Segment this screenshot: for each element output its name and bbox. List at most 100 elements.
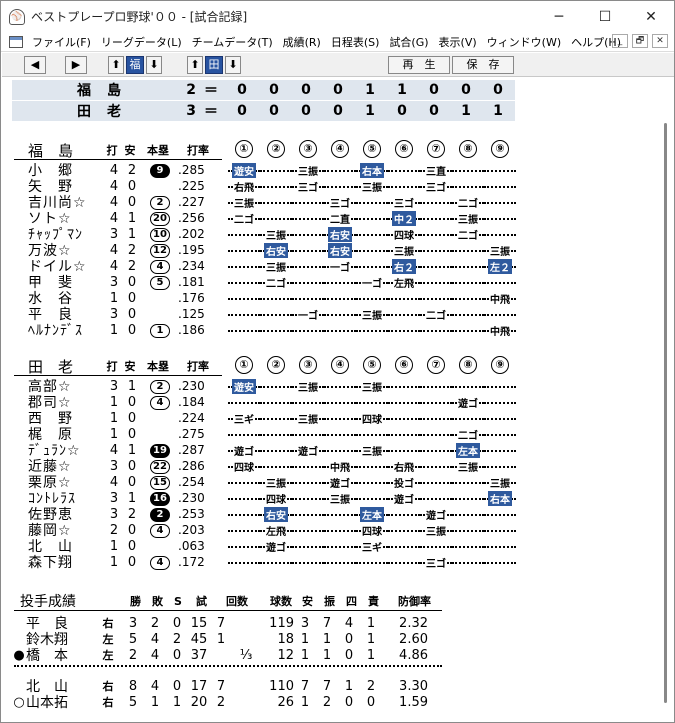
inning-result: 中飛: [324, 458, 356, 474]
team2-down-button[interactable]: ⬇: [225, 56, 241, 74]
at-bats: 4: [109, 162, 119, 178]
home-runs: 19: [142, 442, 178, 458]
batting-header: 田 老 打安本塁 打率: [28, 358, 220, 376]
at-bats: 3: [109, 506, 119, 522]
games: 20: [190, 694, 208, 710]
menu-item[interactable]: リーグデータ(L): [96, 34, 187, 50]
dotted-line: [356, 202, 388, 204]
menu-item[interactable]: チームデータ(T): [187, 34, 278, 50]
hits: 2: [127, 242, 137, 258]
inning-score: 0: [333, 103, 343, 119]
menu-item[interactable]: 日程表(S): [326, 34, 385, 50]
inning-result: [292, 211, 324, 225]
result-text: 中飛: [489, 322, 511, 338]
result-text: 左飛: [265, 522, 287, 538]
prev-game-button[interactable]: ◀: [24, 56, 46, 74]
inning-result: 右安: [324, 226, 356, 242]
result-text: 三振: [297, 410, 319, 426]
inning-number-icon: ④: [331, 140, 349, 158]
inning-result: [420, 275, 452, 289]
inning-result: [260, 163, 292, 177]
inning-result: [420, 491, 452, 505]
dotted-line: [260, 450, 292, 452]
inning-result: 四球: [356, 410, 388, 426]
team2-select-button[interactable]: 田: [205, 56, 223, 74]
menu-item[interactable]: ファイル(F): [27, 34, 96, 50]
strikeouts: 7: [322, 615, 332, 631]
mdi-restore-button[interactable]: 🗗: [632, 34, 648, 48]
losses: 2: [150, 615, 160, 631]
mdi-close-button[interactable]: ✕: [652, 34, 668, 48]
pitcher-row[interactable]: ○ 山本拓右 5 1 1 20 2 26 1 2 0 0 1.59: [12, 694, 428, 712]
scoreboard-row: 田老 3 ＝ 0 0 0 0 1 0 0 1 1: [12, 101, 515, 121]
dotted-line: [452, 170, 484, 172]
inning-result: 右安: [324, 242, 356, 258]
hits: 1: [127, 210, 137, 226]
at-bat-results: 右安 左本 遊ゴ: [228, 506, 516, 522]
play-button[interactable]: 再 生: [388, 56, 450, 74]
inning-result: [292, 523, 324, 537]
team1-select-button[interactable]: 福: [126, 56, 144, 74]
team2-up-button[interactable]: ⬆: [187, 56, 203, 74]
hits: 0: [127, 522, 137, 538]
document-icon[interactable]: [9, 35, 23, 48]
inning-result: [228, 475, 260, 489]
result-text: 二ゴ: [457, 194, 479, 210]
inning-result: 右安: [260, 242, 292, 258]
at-bats: 3: [109, 306, 119, 322]
inning-result: [228, 507, 260, 521]
innings-header: ①②③④⑤⑥⑦⑧⑨: [228, 140, 516, 158]
losses: 4: [150, 678, 160, 694]
result-text: 一ゴ: [297, 306, 319, 322]
batter-row[interactable]: 森下翔 1 0 4 .172: [28, 554, 222, 572]
save-button[interactable]: 保 存: [452, 56, 514, 74]
header-avg: 打率: [187, 144, 209, 157]
at-bat-results: 遊安 三振 右本 三直: [228, 162, 516, 178]
inning-result: 三振: [452, 210, 484, 226]
inning-number-icon: ③: [299, 140, 317, 158]
home-run-count: 20: [150, 212, 170, 226]
inning-result: [484, 395, 516, 409]
inning-result: [260, 179, 292, 193]
minimize-button[interactable]: ─: [536, 1, 582, 32]
vertical-scrollbar[interactable]: [657, 123, 674, 722]
pitching-header: 安: [302, 595, 313, 608]
dotted-line: [484, 418, 516, 420]
result-text: 三振: [361, 306, 383, 322]
at-bat-results: 中飛: [228, 290, 516, 306]
menu-item[interactable]: 表示(V): [434, 34, 482, 50]
hits: 0: [127, 290, 137, 306]
inning-result: 二ゴ: [452, 426, 484, 442]
decision-mark: ○: [13, 694, 25, 710]
inning-score: 1: [493, 103, 503, 119]
inning-result: [228, 275, 260, 289]
team1-up-button[interactable]: ⬆: [108, 56, 124, 74]
menu-item[interactable]: 試合(G): [384, 34, 433, 50]
pitcher-row[interactable]: ● 橋 本左 2 4 0 37 ⅓ 12 1 1 0 1 4.86: [12, 647, 428, 665]
walks: 1: [344, 678, 354, 694]
next-game-button[interactable]: ▶: [65, 56, 87, 74]
maximize-button[interactable]: ☐: [582, 1, 628, 32]
result-text: 三振: [233, 194, 255, 210]
inning-result: [420, 243, 452, 257]
batter-row[interactable]: ﾍﾙﾅﾝﾃﾞｽ 1 0 1 .186: [28, 322, 222, 340]
scrollbar-thumb[interactable]: [664, 123, 667, 703]
inning-label: ⑦: [420, 356, 452, 374]
at-bat-results: 遊ゴ: [228, 394, 516, 410]
menu-item[interactable]: 成績(R): [278, 34, 326, 50]
inning-label: ②: [260, 140, 292, 158]
at-bat-results: 三振 一ゴ 右２ 左２: [228, 258, 516, 274]
menu-item[interactable]: ウィンドウ(W): [482, 34, 566, 50]
inning-result: 中飛: [484, 322, 516, 338]
home-runs: 15: [142, 474, 178, 490]
inning-result: 三直: [420, 162, 452, 178]
team1-down-button[interactable]: ⬇: [146, 56, 162, 74]
home-runs: 4: [142, 522, 178, 538]
result-text: 三振: [265, 258, 287, 274]
inning-label: ⑦: [420, 140, 452, 158]
inning-result: [356, 291, 388, 305]
inning-result: 三振: [484, 242, 516, 258]
inning-result: [484, 427, 516, 441]
mdi-minimize-button[interactable]: _: [612, 34, 628, 48]
close-button[interactable]: ✕: [628, 1, 674, 32]
